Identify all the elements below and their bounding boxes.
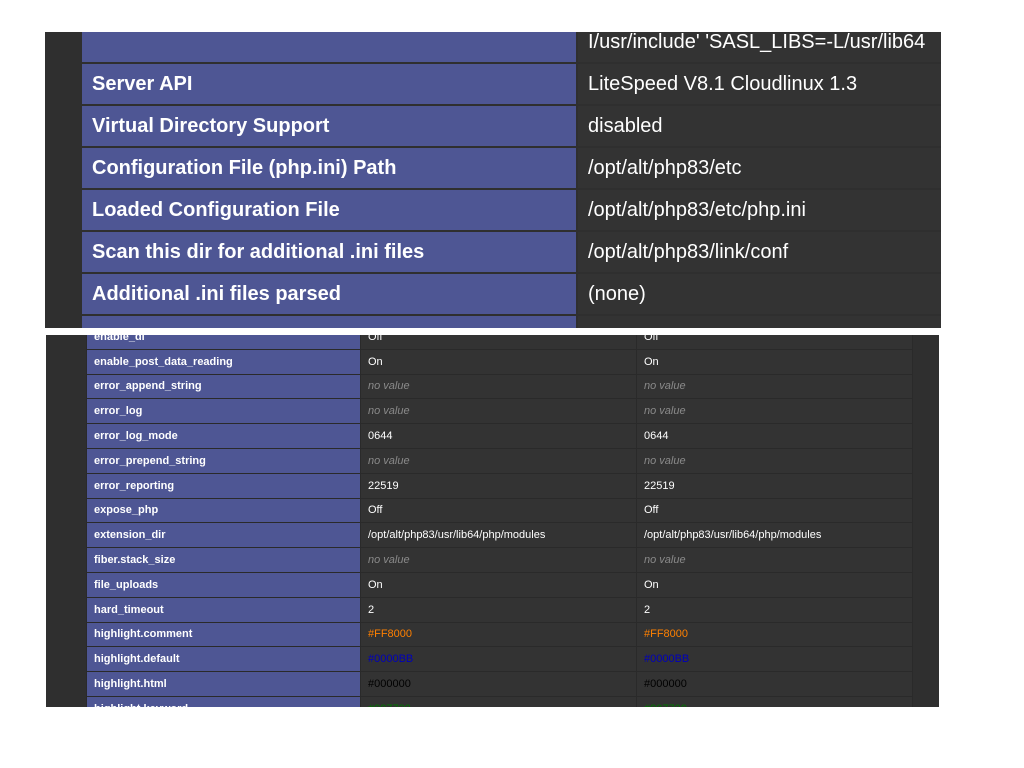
directive-name: error_append_string [86, 373, 361, 400]
local-value: Off [360, 335, 637, 350]
directive-name: error_reporting [86, 472, 361, 499]
directive-name: error_log_mode [86, 423, 361, 449]
info-row: Loaded Configuration File/opt/alt/php83/… [80, 188, 941, 232]
info-directive-name: Loaded Configuration File [80, 188, 578, 232]
local-value: On [360, 571, 637, 598]
directive-name: error_prepend_string [86, 447, 361, 474]
info-row: Configuration File (php.ini) Path/opt/al… [80, 146, 941, 190]
master-value: 2 [636, 596, 913, 623]
info-directive-name: Scan this dir for additional .ini files [80, 230, 578, 274]
directive-row: fiber.stack_size no value no value [86, 547, 913, 573]
info-directive-value: LiteSpeed V8.1 Cloudlinux 1.3 [576, 62, 941, 106]
master-value: On [636, 348, 913, 375]
directive-name: enable_post_data_reading [86, 348, 361, 375]
directive-row: highlight.comment #FF8000 #FF8000 [86, 621, 913, 648]
master-value: Off [636, 497, 913, 524]
master-value: #0000BB [636, 646, 913, 673]
directive-row: error_log no value no value [86, 398, 913, 425]
info-row [80, 314, 941, 328]
master-value: no value [636, 447, 913, 474]
local-value: 22519 [360, 472, 637, 499]
directive-row: file_uploads On On [86, 571, 913, 598]
directive-row: enable_post_data_reading On On [86, 348, 913, 375]
directive-name: highlight.default [86, 646, 361, 673]
local-value: 0644 [360, 423, 637, 449]
info-directive-value: /opt/alt/php83/etc [576, 146, 941, 190]
info-directive-name: Virtual Directory Support [80, 104, 578, 148]
directive-name: highlight.html [86, 671, 361, 697]
directive-name: hard_timeout [86, 596, 361, 623]
directive-name: error_log [86, 398, 361, 425]
local-value: #007700 [360, 695, 637, 707]
master-value: 22519 [636, 472, 913, 499]
directive-row: hard_timeout 2 2 [86, 596, 913, 623]
info-row: Additional .ini files parsed (none) [80, 272, 941, 316]
info-directive-value: disabled [576, 104, 941, 148]
directive-row: error_append_string no value no value [86, 373, 913, 400]
directive-row: error_reporting 22519 22519 [86, 472, 913, 499]
info-directive-name [80, 314, 578, 328]
master-value: no value [636, 547, 913, 573]
directive-row: error_log_mode 0644 0644 [86, 423, 913, 449]
info-directive-name: Additional .ini files parsed [80, 272, 578, 316]
info-directive-value: /opt/alt/php83/etc/php.ini [576, 188, 941, 232]
master-value: On [636, 571, 913, 598]
directive-name: highlight.comment [86, 621, 361, 648]
local-value: /opt/alt/php83/usr/lib64/php/modules [360, 522, 637, 549]
local-value: #FF8000 [360, 621, 637, 648]
directive-name: enable_dl [86, 335, 361, 350]
info-directive-value: (none) [576, 272, 941, 316]
local-value: On [360, 348, 637, 375]
php-directives-table: enable_dl Off Off enable_post_data_reading O… [86, 335, 913, 707]
directive-row: highlight.keyword#007700#007700 [86, 695, 913, 707]
phpinfo-directives-panel: enable_dl Off Off enable_post_data_reading O… [46, 335, 939, 707]
directive-row: enable_dl Off Off [86, 335, 913, 350]
directive-row: expose_php Off Off [86, 497, 913, 524]
directive-row: highlight.default #0000BB #0000BB [86, 646, 913, 673]
local-value: Off [360, 497, 637, 524]
directive-name: highlight.keyword [86, 695, 361, 707]
master-value: #007700 [636, 695, 913, 707]
info-row: I/usr/include' 'SASL_LIBS=-L/usr/lib64 [80, 32, 941, 64]
local-value: no value [360, 547, 637, 573]
master-value: 0644 [636, 423, 913, 449]
php-core-info-table: I/usr/include' 'SASL_LIBS=-L/usr/lib64 Se… [80, 32, 941, 328]
master-value: no value [636, 398, 913, 425]
phpinfo-zoomed-panel: I/usr/include' 'SASL_LIBS=-L/usr/lib64 Se… [45, 32, 941, 328]
info-directive-value [576, 314, 941, 328]
local-value: no value [360, 398, 637, 425]
directive-name: expose_php [86, 497, 361, 524]
info-directive-name [80, 32, 578, 64]
master-value: #000000 [636, 671, 913, 697]
local-value: 2 [360, 596, 637, 623]
directive-row: error_prepend_string no value no value [86, 447, 913, 474]
local-value: no value [360, 373, 637, 400]
info-directive-name: Configuration File (php.ini) Path [80, 146, 578, 190]
master-value: no value [636, 373, 913, 400]
master-value: Off [636, 335, 913, 350]
directive-row: extension_dir/opt/alt/php83/usr/lib64/ph… [86, 522, 913, 549]
info-directive-value: I/usr/include' 'SASL_LIBS=-L/usr/lib64 [576, 32, 941, 64]
info-row: Server API LiteSpeed V8.1 Cloudlinux 1.3 [80, 62, 941, 106]
directive-name: file_uploads [86, 571, 361, 598]
info-row: Scan this dir for additional .ini files /… [80, 230, 941, 274]
local-value: no value [360, 447, 637, 474]
master-value: /opt/alt/php83/usr/lib64/php/modules [636, 522, 913, 549]
info-directive-name: Server API [80, 62, 578, 106]
info-directive-value: /opt/alt/php83/link/conf [576, 230, 941, 274]
info-row: Virtual Directory Support disabled [80, 104, 941, 148]
local-value: #0000BB [360, 646, 637, 673]
directive-row: highlight.html #000000 #000000 [86, 671, 913, 697]
directive-name: extension_dir [86, 522, 361, 549]
local-value: #000000 [360, 671, 637, 697]
directive-name: fiber.stack_size [86, 547, 361, 573]
master-value: #FF8000 [636, 621, 913, 648]
